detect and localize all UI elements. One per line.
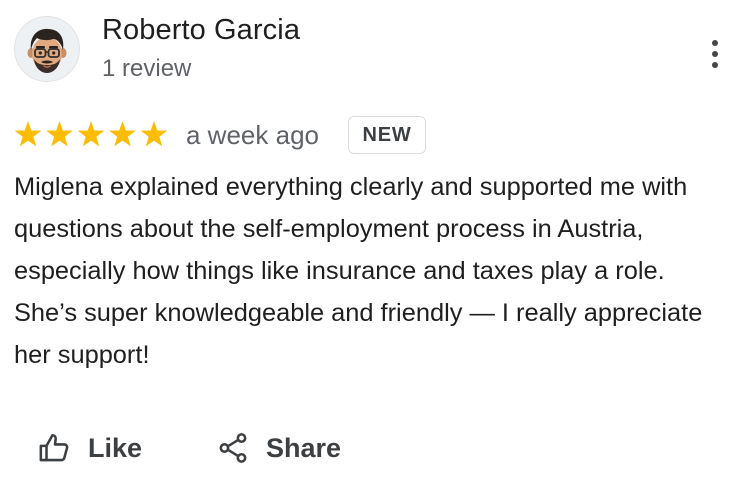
avatar[interactable] xyxy=(14,16,80,82)
review-text: Miglena explained everything clearly and… xyxy=(14,173,703,369)
avatar-icon xyxy=(27,28,67,73)
share-button[interactable]: Share xyxy=(216,428,341,468)
author-name[interactable]: Roberto Garcia xyxy=(102,14,300,47)
star-icon xyxy=(140,121,168,147)
thumbs-up-icon xyxy=(39,433,69,462)
author-review-count: 1 review xyxy=(102,55,192,82)
like-label: Like xyxy=(88,432,143,463)
star-icon xyxy=(109,121,136,147)
more-vert-icon xyxy=(712,40,718,46)
share-label: Share xyxy=(266,432,342,463)
more-options-button[interactable] xyxy=(700,36,730,72)
more-vert-dot xyxy=(712,62,718,68)
review-date: a week ago xyxy=(186,120,319,150)
review-card: Roberto Garcia 1 review a week ago NEW M… xyxy=(0,0,740,498)
star-rating xyxy=(14,121,168,147)
star-icon xyxy=(46,121,73,147)
new-badge: NEW xyxy=(348,116,426,154)
more-vert-dot xyxy=(712,51,718,57)
share-icon xyxy=(219,433,247,463)
star-icon xyxy=(14,121,42,147)
star-icon xyxy=(77,121,105,147)
like-button[interactable]: Like xyxy=(38,428,142,468)
